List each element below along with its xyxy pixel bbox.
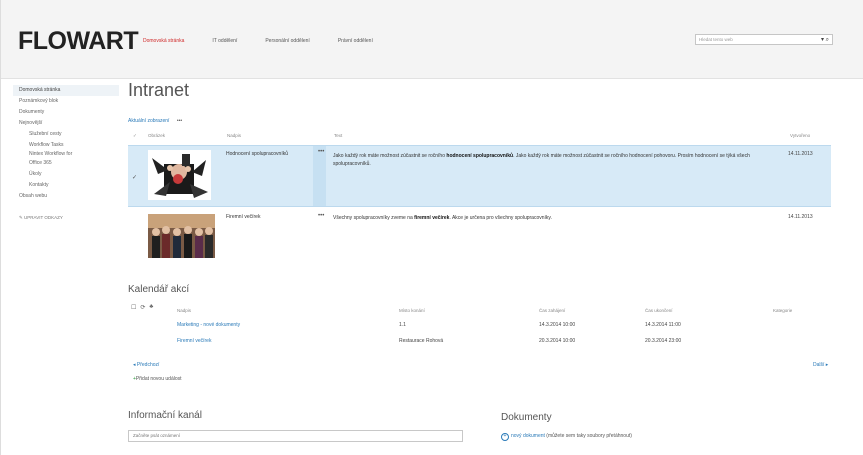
top-bar: FLOWART Domovská stránka IT oddělení Per…: [1, 0, 863, 79]
view-selector: Aktuální zobrazení •••: [128, 118, 182, 124]
topnav-legal[interactable]: Právní oddělení: [338, 38, 373, 44]
leftnav-item-nintex-2[interactable]: Office 365: [19, 158, 119, 169]
documents-title: Dokumenty: [501, 412, 552, 423]
left-navigation: Domovská stránka Poznámkový blok Dokumen…: [13, 85, 119, 223]
cal-event-title[interactable]: Marketing - nové dokumenty: [177, 322, 240, 328]
leftnav-item-business-trips[interactable]: Služební cesty: [19, 129, 119, 140]
cal-event-start: 14.3.2014 10:00: [539, 322, 576, 328]
search-input[interactable]: Hledat tento web ▾ ⌕: [695, 34, 833, 45]
cal-event-place: 1.1: [399, 322, 406, 328]
news-title[interactable]: Firemní večírek: [226, 214, 306, 221]
new-document-area: + nový dokument (můžete sem taky soubory …: [501, 433, 632, 441]
leftnav-item-workflow-tasks[interactable]: Workflow Tasks: [19, 140, 119, 151]
attendees-icon[interactable]: ♣: [149, 304, 153, 311]
topnav-hr[interactable]: Personální oddělení: [265, 38, 309, 44]
next-page-link[interactable]: Další ▸: [813, 362, 828, 368]
drop-hint: (můžete sem taky soubory přetáhnout): [544, 433, 632, 439]
news-image-teamwork: [148, 150, 211, 200]
news-date: 14.11.2013: [788, 214, 813, 220]
recurrence-icon[interactable]: ⟳: [140, 304, 145, 311]
top-navigation: Domovská stránka IT oddělení Personální …: [143, 38, 373, 44]
cal-header-category[interactable]: Kategorie: [773, 308, 792, 313]
cal-header-place[interactable]: Místo konání: [399, 308, 425, 313]
leftnav-item-tasks[interactable]: Úkoly: [19, 169, 119, 180]
row-menu-icon[interactable]: •••: [318, 213, 324, 219]
news-text: Všechny spolupracovníky zveme na firemní…: [333, 215, 552, 221]
cal-header-title[interactable]: Nadpis: [177, 308, 191, 313]
add-event-label: Přidat novou událost: [135, 376, 182, 382]
app-frame: FLOWART Domovská stránka IT oddělení Per…: [0, 0, 863, 455]
leftnav-item-documents[interactable]: Dokumenty: [19, 107, 119, 118]
topnav-home[interactable]: Domovská stránka: [143, 38, 184, 44]
new-document-link[interactable]: nový dokument: [511, 433, 545, 439]
cal-header-start[interactable]: Čas zahájení: [539, 308, 565, 313]
plus-circle-icon[interactable]: +: [501, 433, 509, 441]
topnav-it[interactable]: IT oddělení: [212, 38, 237, 44]
leftnav-item-home[interactable]: Domovská stránka: [13, 85, 119, 96]
page-title: Intranet: [128, 80, 190, 100]
news-image-party: [148, 214, 215, 258]
cal-event-start: 20.3.2014 10:00: [539, 338, 576, 344]
cal-event-end: 14.3.2014 11:00: [645, 322, 681, 328]
leftnav-item-recent[interactable]: Nejnovější: [19, 118, 119, 129]
news-title[interactable]: Hodnocení spolupracovníků: [226, 151, 306, 158]
row-check-icon[interactable]: ✓: [132, 174, 137, 181]
leftnav-item-notebook[interactable]: Poznámkový blok: [19, 96, 119, 107]
cal-event-end: 20.3.2014 23:00: [645, 338, 682, 344]
select-all-icon[interactable]: ✓: [133, 133, 137, 139]
leftnav-item-contacts[interactable]: Kontakty: [19, 180, 119, 191]
post-input[interactable]: Začněte psát oznámení: [128, 430, 463, 442]
news-date: 14.11.2013: [788, 151, 813, 157]
cal-event-place: Restaurace Rohová: [399, 338, 444, 344]
checkbox-icon[interactable]: ☐: [131, 304, 136, 311]
prev-page-link[interactable]: ◂ Předchozí: [133, 362, 159, 368]
cal-header-end[interactable]: Čas ukončení: [645, 308, 673, 313]
leftnav-item-nintex[interactable]: Nintex Workflow for: [19, 151, 119, 158]
calendar-title: Kalendář akcí: [128, 284, 190, 295]
col-header-date[interactable]: Vytvořeno: [790, 133, 810, 138]
leftnav-item-site-contents[interactable]: Obsah webu: [19, 191, 119, 202]
col-header-title[interactable]: Nadpis: [227, 133, 241, 138]
flowart-logo[interactable]: FLOWART: [18, 27, 139, 56]
current-view-link[interactable]: Aktuální zobrazení: [128, 118, 169, 124]
col-header-text[interactable]: Text: [334, 133, 342, 138]
cal-event-title[interactable]: Firemní večírek: [177, 338, 211, 344]
news-row[interactable]: ✓ Hodnocení spolupracovníků ••• Jako kaž…: [128, 145, 831, 207]
search-icon[interactable]: ▾ ⌕: [821, 36, 829, 44]
row-menu-icon[interactable]: •••: [318, 149, 324, 155]
edit-links-button[interactable]: ✎ UPRAVIT ODKAZY: [19, 212, 119, 223]
info-feed-title: Informační kanál: [128, 410, 202, 421]
news-row[interactable]: Firemní večírek ••• Všechny spolupracovn…: [128, 210, 831, 260]
search-placeholder: Hledat tento web: [699, 37, 733, 42]
calendar-toolbar: ☐ ⟳ ♣: [131, 304, 153, 311]
col-header-image[interactable]: Obrázek: [148, 133, 165, 138]
add-event-button[interactable]: +Přidat novou událost: [133, 376, 182, 382]
view-more-icon[interactable]: •••: [177, 118, 182, 124]
news-text: Jako každý rok máte možnost zúčastnit se…: [333, 153, 750, 167]
row-menu-column: [313, 146, 326, 206]
